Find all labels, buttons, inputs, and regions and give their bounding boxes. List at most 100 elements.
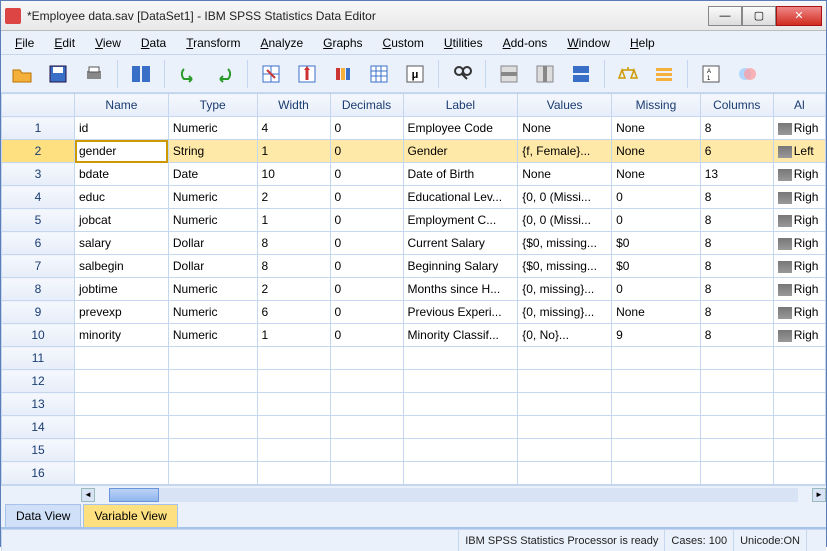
- cell-cols[interactable]: 6: [700, 140, 773, 163]
- cell-cols[interactable]: 13: [700, 163, 773, 186]
- menu-analyze[interactable]: Analyze: [252, 34, 311, 52]
- column-header-missing[interactable]: Missing: [612, 94, 701, 117]
- cell-values[interactable]: None: [518, 163, 612, 186]
- cell-empty[interactable]: [257, 393, 330, 416]
- select-cases-icon[interactable]: [649, 59, 679, 89]
- cell-empty[interactable]: [257, 439, 330, 462]
- redo-icon[interactable]: [209, 59, 239, 89]
- cell-align[interactable]: Righ: [773, 186, 825, 209]
- cell-empty[interactable]: [168, 439, 257, 462]
- cell-type[interactable]: Numeric: [168, 278, 257, 301]
- cell-label[interactable]: Previous Experi...: [403, 301, 518, 324]
- cell-empty[interactable]: [403, 439, 518, 462]
- cell-width[interactable]: 2: [257, 278, 330, 301]
- table-row[interactable]: 2genderString10Gender{f, Female}...None6…: [2, 140, 826, 163]
- cell-type[interactable]: Numeric: [168, 209, 257, 232]
- cell-empty[interactable]: [773, 439, 825, 462]
- split-file-icon[interactable]: [566, 59, 596, 89]
- cell-label[interactable]: Gender: [403, 140, 518, 163]
- cell-dec[interactable]: 0: [330, 163, 403, 186]
- cell-align[interactable]: Righ: [773, 232, 825, 255]
- cell-label[interactable]: Employment C...: [403, 209, 518, 232]
- cell-type[interactable]: Numeric: [168, 324, 257, 347]
- table-row[interactable]: 3bdateDate100Date of BirthNoneNone13Righ: [2, 163, 826, 186]
- table-row[interactable]: 5jobcatNumeric10Employment C...{0, 0 (Mi…: [2, 209, 826, 232]
- cell-empty[interactable]: [700, 416, 773, 439]
- cell-values[interactable]: {0, missing}...: [518, 301, 612, 324]
- tab-variable-view[interactable]: Variable View: [83, 504, 177, 527]
- menu-add-ons[interactable]: Add-ons: [495, 34, 556, 52]
- descriptive-icon[interactable]: μ: [400, 59, 430, 89]
- cell-empty[interactable]: [330, 393, 403, 416]
- cell-values[interactable]: None: [518, 117, 612, 140]
- insert-variable-icon[interactable]: [530, 59, 560, 89]
- undo-icon[interactable]: [173, 59, 203, 89]
- value-labels-icon[interactable]: A1: [696, 59, 726, 89]
- run-icon[interactable]: [364, 59, 394, 89]
- cell-cols[interactable]: 8: [700, 209, 773, 232]
- cell-empty[interactable]: [612, 370, 701, 393]
- cell-empty[interactable]: [773, 462, 825, 485]
- cell-align[interactable]: Righ: [773, 117, 825, 140]
- row-header[interactable]: 1: [2, 117, 75, 140]
- column-header-al[interactable]: Al: [773, 94, 825, 117]
- cell-values[interactable]: {0, missing}...: [518, 278, 612, 301]
- cell-name[interactable]: gender: [75, 140, 169, 163]
- save-icon[interactable]: [43, 59, 73, 89]
- table-row-empty[interactable]: 15: [2, 439, 826, 462]
- column-header-columns[interactable]: Columns: [700, 94, 773, 117]
- column-header-values[interactable]: Values: [518, 94, 612, 117]
- menu-custom[interactable]: Custom: [375, 34, 432, 52]
- cell-empty[interactable]: [168, 370, 257, 393]
- cell-label[interactable]: Minority Classif...: [403, 324, 518, 347]
- cell-empty[interactable]: [773, 416, 825, 439]
- cell-empty[interactable]: [330, 416, 403, 439]
- row-header[interactable]: 11: [2, 347, 75, 370]
- recall-dialog-icon[interactable]: [126, 59, 156, 89]
- cell-type[interactable]: Dollar: [168, 255, 257, 278]
- scroll-thumb[interactable]: [109, 488, 159, 502]
- menu-view[interactable]: View: [87, 34, 129, 52]
- cell-empty[interactable]: [257, 370, 330, 393]
- table-row[interactable]: 8jobtimeNumeric20Months since H...{0, mi…: [2, 278, 826, 301]
- cell-name[interactable]: salbegin: [75, 255, 169, 278]
- row-header[interactable]: 15: [2, 439, 75, 462]
- cell-width[interactable]: 1: [257, 324, 330, 347]
- cell-width[interactable]: 10: [257, 163, 330, 186]
- cell-type[interactable]: Date: [168, 163, 257, 186]
- cell-align[interactable]: Righ: [773, 324, 825, 347]
- cell-empty[interactable]: [773, 347, 825, 370]
- cell-name[interactable]: prevexp: [75, 301, 169, 324]
- insert-cases-icon[interactable]: [494, 59, 524, 89]
- cell-empty[interactable]: [612, 462, 701, 485]
- tab-data-view[interactable]: Data View: [5, 504, 81, 527]
- cell-values[interactable]: {f, Female}...: [518, 140, 612, 163]
- cell-empty[interactable]: [612, 439, 701, 462]
- cell-dec[interactable]: 0: [330, 186, 403, 209]
- menu-utilities[interactable]: Utilities: [436, 34, 491, 52]
- cell-empty[interactable]: [612, 347, 701, 370]
- cell-align[interactable]: Righ: [773, 255, 825, 278]
- cell-dec[interactable]: 0: [330, 301, 403, 324]
- cell-dec[interactable]: 0: [330, 324, 403, 347]
- row-header[interactable]: 10: [2, 324, 75, 347]
- cell-empty[interactable]: [700, 462, 773, 485]
- row-header[interactable]: 7: [2, 255, 75, 278]
- cell-empty[interactable]: [330, 439, 403, 462]
- cell-missing[interactable]: None: [612, 301, 701, 324]
- cell-values[interactable]: {0, No}...: [518, 324, 612, 347]
- cell-name[interactable]: id: [75, 117, 169, 140]
- cell-label[interactable]: Current Salary: [403, 232, 518, 255]
- row-header[interactable]: 5: [2, 209, 75, 232]
- cell-empty[interactable]: [773, 393, 825, 416]
- scroll-left-icon[interactable]: ◄: [81, 488, 95, 502]
- cell-name[interactable]: minority: [75, 324, 169, 347]
- table-row[interactable]: 4educNumeric20Educational Lev...{0, 0 (M…: [2, 186, 826, 209]
- cell-missing[interactable]: None: [612, 140, 701, 163]
- menu-file[interactable]: File: [7, 34, 42, 52]
- cell-cols[interactable]: 8: [700, 255, 773, 278]
- variables-icon[interactable]: [328, 59, 358, 89]
- row-header[interactable]: 6: [2, 232, 75, 255]
- cell-label[interactable]: Months since H...: [403, 278, 518, 301]
- row-header[interactable]: 8: [2, 278, 75, 301]
